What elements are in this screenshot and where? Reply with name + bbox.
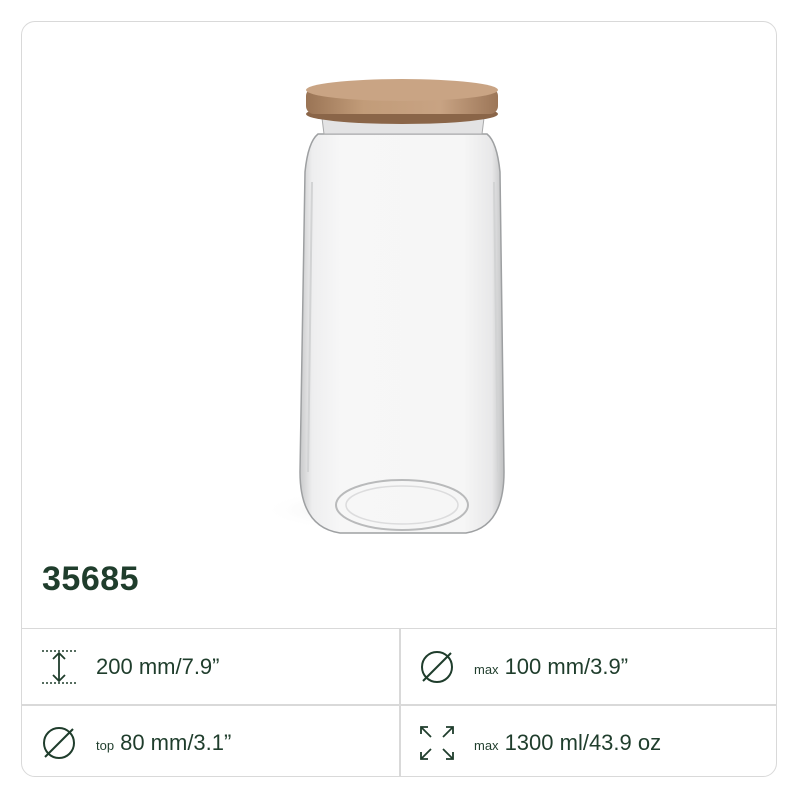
spec-height: 200 mm/7.9”: [22, 629, 400, 704]
spec-max-volume-value: 1300 ml/43.9 oz: [504, 729, 662, 755]
spec-max-volume-prefix: max: [474, 737, 499, 753]
spec-table: 200 mm/7.9” max 100 mm/3.9” top 80 mm/3.…: [22, 628, 776, 776]
diameter-icon: [421, 650, 453, 683]
spec-max-diameter-prefix: max: [474, 661, 499, 677]
product-card: 35685 200 mm/7.9” max 100 mm/3.9” top 80…: [21, 21, 777, 777]
diameter-icon: [43, 726, 75, 759]
spec-top-diameter-value: 80 mm/3.1”: [120, 729, 232, 755]
spec-top-diameter: top 80 mm/3.1”: [22, 705, 400, 776]
product-image: [262, 79, 505, 534]
spec-height-value: 200 mm/7.9”: [96, 653, 220, 679]
product-sku: 35685: [42, 560, 140, 598]
height-icon: [42, 649, 76, 684]
spec-max-diameter: max 100 mm/3.9”: [400, 629, 776, 704]
expand-icon: [420, 725, 454, 760]
spec-max-volume: max 1300 ml/43.9 oz: [400, 705, 776, 776]
spec-max-diameter-value: 100 mm/3.9”: [504, 653, 629, 679]
spec-top-diameter-prefix: top: [96, 737, 115, 753]
